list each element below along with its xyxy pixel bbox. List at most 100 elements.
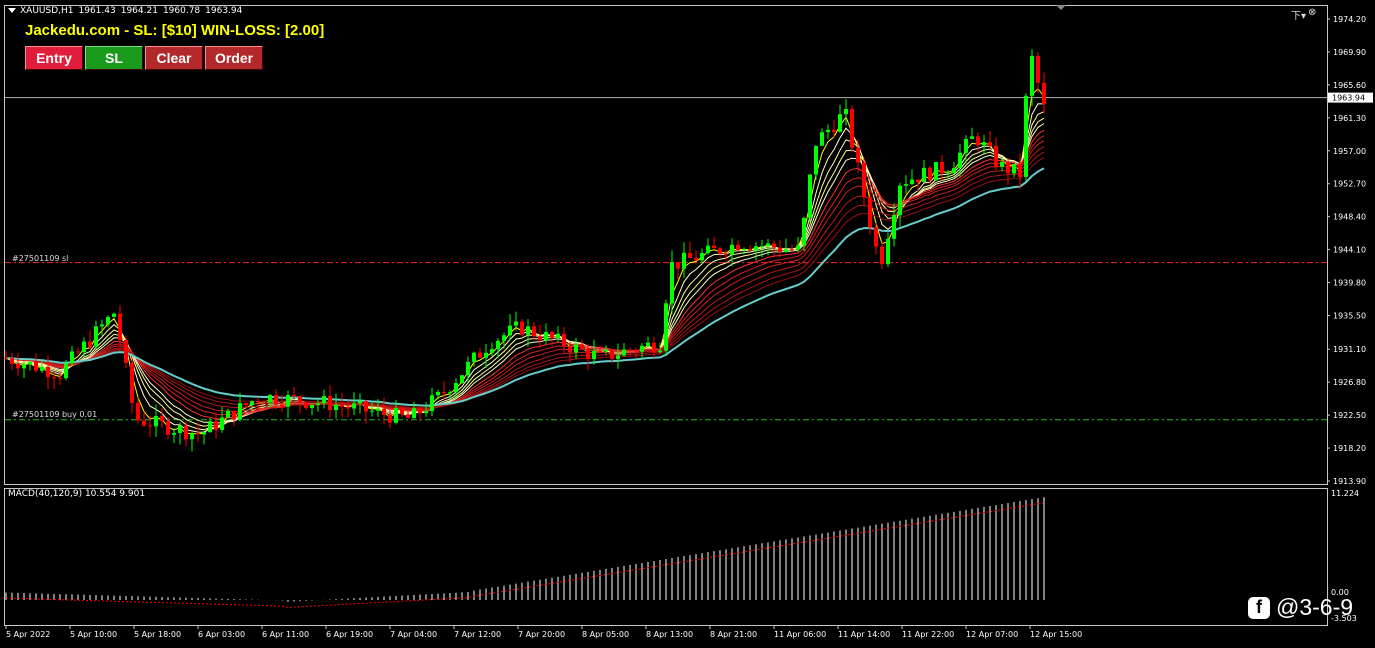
candle-body xyxy=(700,252,704,261)
watermark: f @3-6-9 xyxy=(1248,594,1353,621)
candle-body xyxy=(976,136,980,146)
candle-body xyxy=(58,377,62,379)
time-tick-label: 6 Apr 11:00 xyxy=(262,630,309,639)
candle-body xyxy=(1000,161,1004,167)
price-tick-label: 1948.40 xyxy=(1333,213,1366,222)
candle-body xyxy=(724,253,728,255)
candle-body xyxy=(832,129,836,132)
shift-marker-icon[interactable] xyxy=(1056,5,1066,10)
candle-body xyxy=(46,366,50,378)
moving-average-line xyxy=(5,140,1045,413)
candle-body xyxy=(694,257,698,261)
candle-body xyxy=(772,243,776,248)
candle-body xyxy=(310,404,314,409)
candle-body xyxy=(76,351,80,353)
candle-body xyxy=(790,249,794,251)
clear-button[interactable]: Clear xyxy=(145,46,203,70)
candle-body xyxy=(478,352,482,358)
price-tick-label: 1918.20 xyxy=(1333,444,1366,453)
moving-average-line xyxy=(5,123,1045,424)
candle-body xyxy=(490,349,494,353)
chevron-down-icon[interactable] xyxy=(8,8,16,13)
candle-body xyxy=(904,183,908,186)
candle-body xyxy=(1030,55,1034,96)
candle-body xyxy=(388,414,392,423)
candle-body xyxy=(682,252,686,269)
close-icon[interactable]: ⊗ xyxy=(1308,7,1316,22)
candle-body xyxy=(568,346,572,353)
price-tick-label: 1935.50 xyxy=(1333,312,1366,321)
high-value: 1964.21 xyxy=(120,6,158,16)
candle-body xyxy=(154,415,158,427)
chart-canvas[interactable]: 1974.20 1969.90 1965.60 1961.30 1957.00 1952.… xyxy=(0,0,1375,648)
candle-body xyxy=(160,415,164,422)
candle-body xyxy=(16,363,20,369)
candle-body xyxy=(670,262,674,304)
candle-body xyxy=(466,361,470,376)
candle-body xyxy=(322,396,326,404)
candle-body xyxy=(208,421,212,433)
candle-body xyxy=(586,348,590,360)
candle-body xyxy=(298,396,302,403)
candle-body xyxy=(1012,163,1016,174)
moving-average-line xyxy=(5,111,1045,431)
sl-button[interactable]: SL xyxy=(85,46,143,70)
price-tick-label: 1931.10 xyxy=(1333,345,1366,354)
candle-body xyxy=(214,421,218,430)
candle-body xyxy=(292,394,296,397)
candle-body xyxy=(808,174,812,218)
price-tick-label: 1939.80 xyxy=(1333,279,1366,288)
candle-body xyxy=(946,173,950,175)
candle-body xyxy=(502,335,506,341)
candle-body xyxy=(172,432,176,435)
candle-body xyxy=(142,420,146,426)
order-button[interactable]: Order xyxy=(205,46,263,70)
candle-body xyxy=(646,342,650,346)
candle-body xyxy=(340,404,344,407)
candle-body xyxy=(184,425,188,440)
price-tick-label: 1922.50 xyxy=(1333,411,1366,420)
candle-body xyxy=(304,402,308,409)
candle-body xyxy=(328,396,332,411)
candle-body xyxy=(244,403,248,405)
price-tick-label: 1926.80 xyxy=(1333,378,1366,387)
chart-header: XAUUSD,H1 1961.43 1964.21 1960.78 1963.94 xyxy=(8,6,247,16)
candle-body xyxy=(484,352,488,358)
candle-body xyxy=(250,401,254,405)
entry-button[interactable]: Entry xyxy=(25,46,83,70)
candle-body xyxy=(196,433,200,435)
candle-body xyxy=(382,408,386,415)
candle-body xyxy=(256,401,260,403)
candle-body xyxy=(862,162,866,198)
price-tick-label: 1944.10 xyxy=(1333,246,1366,255)
time-tick-label: 7 Apr 20:00 xyxy=(518,630,565,639)
candle-body xyxy=(658,350,662,353)
time-tick-label: 11 Apr 22:00 xyxy=(902,630,954,639)
low-value: 1960.78 xyxy=(162,6,201,16)
candle-body xyxy=(406,414,410,419)
price-tick-label: 1957.00 xyxy=(1333,147,1366,156)
candle-body xyxy=(802,217,806,246)
candle-body xyxy=(922,167,926,183)
candle-body xyxy=(982,142,986,146)
time-tick-label: 12 Apr 15:00 xyxy=(1030,630,1082,639)
candle-body xyxy=(664,303,668,351)
candle-body xyxy=(604,349,608,352)
time-tick-label: 6 Apr 19:00 xyxy=(326,630,373,639)
candle-body xyxy=(88,341,92,347)
dropdown-icon[interactable]: 下▾ xyxy=(1291,7,1306,22)
trade-button-bar: Entry SL Clear Order xyxy=(25,46,265,70)
symbol-label: XAUUSD,H1 xyxy=(20,6,74,16)
candle-body xyxy=(130,362,134,403)
candle-body xyxy=(508,325,512,336)
candle-body xyxy=(634,350,638,352)
candle-body xyxy=(82,341,86,353)
candle-body xyxy=(592,351,596,360)
candle-body xyxy=(598,351,602,353)
candle-body xyxy=(232,410,236,420)
candle-body xyxy=(544,332,548,341)
candle-body xyxy=(964,138,968,153)
candle-body xyxy=(94,326,98,347)
candle-body xyxy=(796,245,800,250)
candle-body xyxy=(814,145,818,175)
